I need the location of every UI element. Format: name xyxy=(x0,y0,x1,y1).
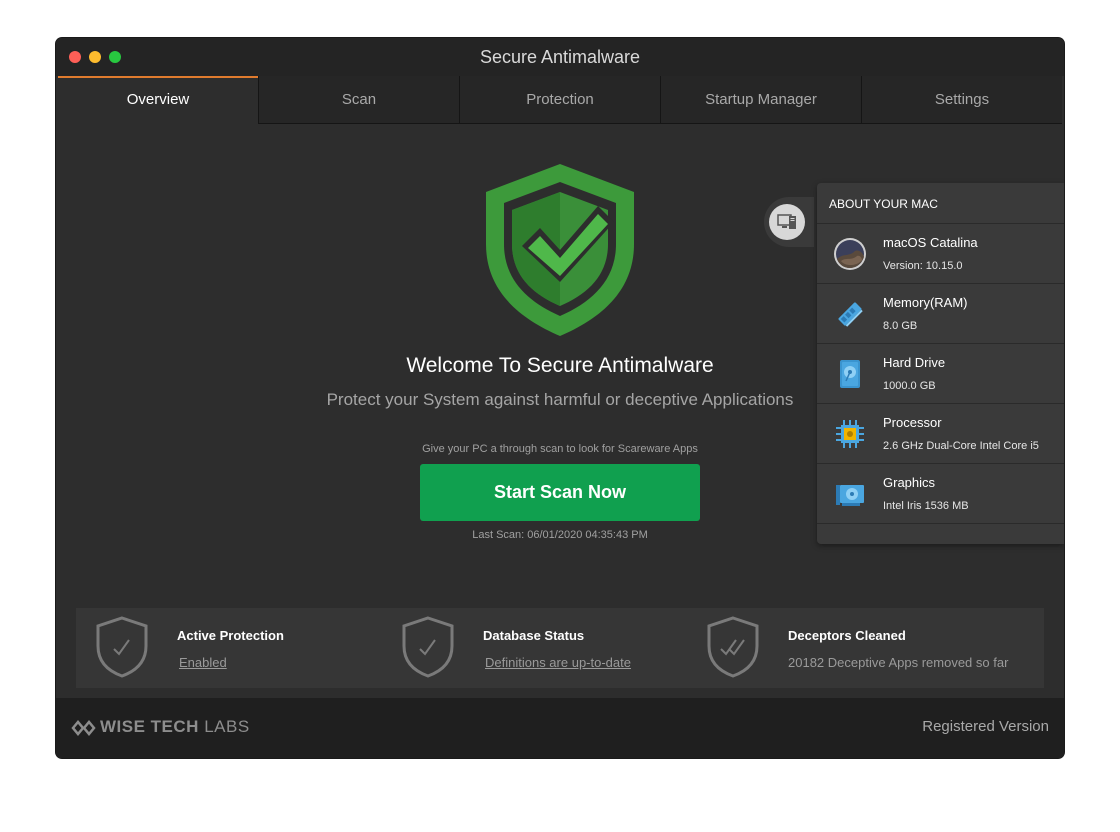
computer-icon[interactable] xyxy=(769,204,805,240)
tab-scan[interactable]: Scan xyxy=(258,76,459,124)
mac-info-value: Version: 10.15.0 xyxy=(883,260,963,272)
app-window: Secure Antimalware Overview Scan Protect… xyxy=(56,38,1064,758)
mac-info-value: 1000.0 GB xyxy=(883,380,936,392)
last-scan-time: Last Scan: 06/01/2020 04:35:43 PM xyxy=(472,529,648,541)
scan-hint: Give your PC a through scan to look for … xyxy=(422,443,698,455)
processor-icon xyxy=(836,420,864,448)
mac-info-label: Hard Drive xyxy=(883,355,946,370)
brand-name-light: LABS xyxy=(204,717,250,736)
status-title: Active Protection xyxy=(177,628,284,643)
wise-tech-labs-logo-icon xyxy=(71,720,96,736)
status-title: Deceptors Cleaned xyxy=(788,628,906,643)
main-tabs: Overview Scan Protection Startup Manager… xyxy=(58,76,1062,124)
tab-startup-manager[interactable]: Startup Manager xyxy=(660,76,861,124)
shield-check-icon xyxy=(486,164,634,336)
mac-info-label: macOS Catalina xyxy=(883,235,978,250)
deceptors-cleaned-count: 20182 Deceptive Apps removed so far xyxy=(788,655,1009,670)
shield-check-outline-icon xyxy=(402,616,454,678)
window-title: Secure Antimalware xyxy=(479,47,641,67)
memory-icon xyxy=(838,302,863,327)
mac-info-value: 2.6 GHz Dual-Core Intel Core i5 xyxy=(883,440,1039,452)
mac-info-os: macOS Catalina Version: 10.15.0 xyxy=(817,223,1064,284)
mac-info-hard-drive: Hard Drive 1000.0 GB xyxy=(817,343,1064,404)
brand-name-bold: WISE TECH xyxy=(100,717,199,736)
mac-info-processor: Processor 2.6 GHz Dual-Core Intel Core i… xyxy=(817,403,1064,464)
hard-drive-icon xyxy=(840,360,860,388)
graphics-card-icon xyxy=(836,485,864,506)
shield-check-outline-icon xyxy=(96,616,148,678)
about-mac-header: ABOUT YOUR MAC xyxy=(829,197,938,211)
about-your-mac-panel: ABOUT YOUR MAC macOS Catalina Version: 1… xyxy=(817,183,1064,544)
brand-name: WISE TECH LABS xyxy=(100,717,250,737)
footer-bar: WISE TECH LABS Registered Version xyxy=(56,698,1064,758)
shield-double-check-icon xyxy=(707,616,759,678)
tab-protection[interactable]: Protection xyxy=(459,76,660,124)
welcome-subtitle: Protect your System against harmful or d… xyxy=(326,390,794,409)
mac-info-value: 8.0 GB xyxy=(883,320,918,332)
status-summary-bar: Active Protection Enabled Database Statu… xyxy=(76,608,1044,688)
mac-info-memory: Memory(RAM) 8.0 GB xyxy=(817,283,1064,344)
macos-catalina-icon xyxy=(834,238,866,270)
mac-info-label: Graphics xyxy=(883,475,936,490)
active-protection-link[interactable]: Enabled xyxy=(179,655,227,670)
tab-overview[interactable]: Overview xyxy=(58,76,258,124)
status-database: Database Status Definitions are up-to-da… xyxy=(382,608,692,688)
welcome-heading: Welcome To Secure Antimalware xyxy=(406,354,714,377)
status-title: Database Status xyxy=(483,628,585,643)
start-scan-button[interactable]: Start Scan Now xyxy=(420,464,700,521)
mac-info-spacer xyxy=(817,523,1064,545)
registered-version-label: Registered Version xyxy=(922,718,1049,735)
status-deceptors-cleaned: Deceptors Cleaned 20182 Deceptive Apps r… xyxy=(687,608,1044,688)
mac-info-label: Processor xyxy=(883,415,942,430)
status-active-protection: Active Protection Enabled xyxy=(76,608,386,688)
computer-icon-graphic xyxy=(777,214,796,229)
mac-info-graphics: Graphics Intel Iris 1536 MB xyxy=(817,463,1064,524)
mac-info-label: Memory(RAM) xyxy=(883,295,968,310)
tab-settings[interactable]: Settings xyxy=(861,76,1062,124)
database-status-link[interactable]: Definitions are up-to-date xyxy=(485,655,631,670)
title-bar: Secure Antimalware xyxy=(56,38,1064,76)
mac-info-value: Intel Iris 1536 MB xyxy=(883,500,969,512)
